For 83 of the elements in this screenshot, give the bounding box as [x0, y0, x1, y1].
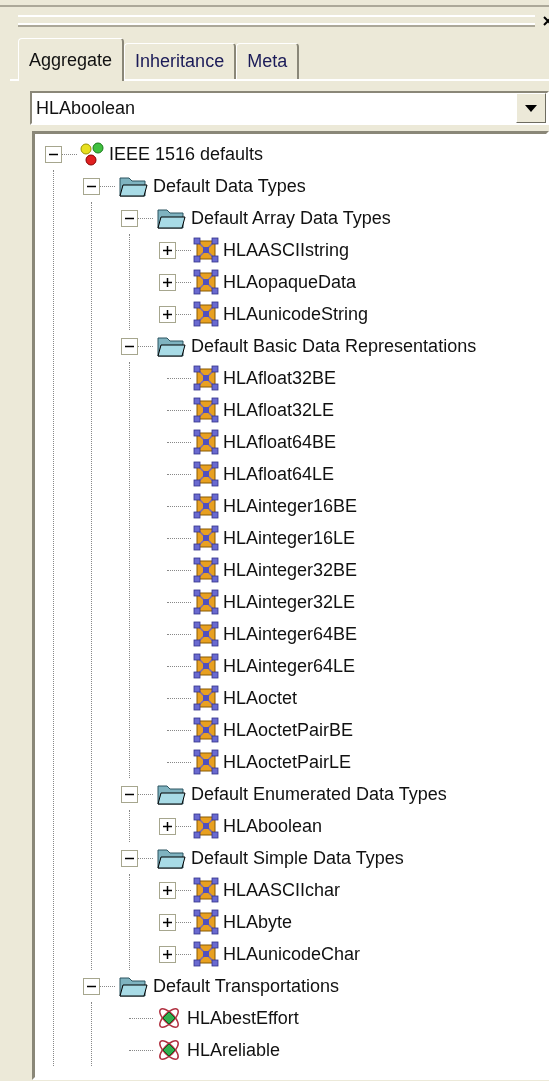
cube-icon: [193, 589, 219, 615]
plus-icon: [163, 277, 172, 287]
caret-icon: [525, 104, 537, 112]
type-dropdown[interactable]: HLAboolean: [30, 91, 549, 125]
tree-item[interactable]: HLAoctet: [223, 687, 298, 709]
tree-item[interactable]: IEEE 1516 defaults: [109, 143, 264, 165]
tab[interactable]: Inheritance: [124, 43, 237, 79]
plus-icon: [163, 885, 172, 895]
plus-icon: [163, 949, 172, 959]
plus-icon: [163, 309, 172, 319]
tree-item[interactable]: HLAfloat64BE: [223, 431, 337, 453]
cube-icon: [193, 877, 219, 903]
tree-item[interactable]: HLAfloat32BE: [223, 367, 337, 389]
expander-toggle[interactable]: [159, 273, 176, 291]
expander-toggle[interactable]: [83, 177, 100, 195]
tree-item[interactable]: HLAinteger64BE: [223, 623, 358, 645]
expander-toggle[interactable]: [159, 241, 176, 259]
tree-item[interactable]: HLAreliable: [187, 1039, 281, 1061]
cube-icon: [193, 909, 219, 935]
plus-icon: [163, 245, 172, 255]
expander-toggle[interactable]: [121, 337, 138, 355]
tree-item[interactable]: HLAinteger32LE: [223, 591, 356, 613]
tree-item[interactable]: HLAinteger32BE: [223, 559, 358, 581]
panel-gripper[interactable]: [18, 15, 535, 27]
expander-toggle[interactable]: [159, 945, 176, 963]
tree-item[interactable]: HLAunicodeChar: [223, 943, 361, 965]
folder-icon: [155, 334, 187, 358]
folder-icon: [155, 782, 187, 806]
expander-toggle[interactable]: [159, 913, 176, 931]
tree-item[interactable]: Default Simple Data Types: [191, 847, 404, 869]
tree-item[interactable]: HLAfloat64LE: [223, 463, 335, 485]
tab[interactable]: Aggregate: [18, 38, 125, 81]
expander-toggle[interactable]: [83, 977, 100, 995]
cube-icon: [193, 813, 219, 839]
expander-toggle[interactable]: [45, 145, 62, 163]
tree-item[interactable]: HLAoctetPairBE: [223, 719, 354, 741]
tree-item[interactable]: Default Data Types: [153, 175, 306, 197]
tree-item[interactable]: HLAboolean: [223, 815, 323, 837]
expander-toggle[interactable]: [159, 305, 176, 323]
tree-item[interactable]: Default Enumerated Data Types: [191, 783, 447, 805]
cube-icon: [193, 397, 219, 423]
tree-item[interactable]: HLAASCIIchar: [223, 879, 341, 901]
folder-icon: [155, 206, 187, 230]
plus-icon: [163, 917, 172, 927]
cube-icon: [193, 557, 219, 583]
tree-item[interactable]: HLAbyte: [223, 911, 293, 933]
tree-item[interactable]: Default Basic Data Representations: [191, 335, 477, 357]
tree-item[interactable]: Default Transportations: [153, 975, 340, 997]
folder-icon: [117, 974, 149, 998]
tree-item[interactable]: HLAoctetPairLE: [223, 751, 352, 773]
cube-icon: [193, 365, 219, 391]
cube-icon: [193, 941, 219, 967]
tree-item[interactable]: HLAinteger16LE: [223, 527, 356, 549]
tree-item[interactable]: HLAfloat32LE: [223, 399, 335, 421]
expander-toggle[interactable]: [159, 817, 176, 835]
expander-toggle[interactable]: [121, 209, 138, 227]
expander-toggle[interactable]: [121, 849, 138, 867]
cube-icon: [193, 621, 219, 647]
expander-toggle[interactable]: [121, 785, 138, 803]
cube-icon: [193, 429, 219, 455]
tree-item[interactable]: HLAopaqueData: [223, 271, 357, 293]
cube-icon: [193, 525, 219, 551]
tab[interactable]: Meta: [236, 43, 300, 79]
tree-item[interactable]: HLAbestEffort: [187, 1007, 299, 1029]
cube-icon: [193, 653, 219, 679]
molecule-icon: [79, 141, 105, 167]
folder-icon: [117, 174, 149, 198]
cube-icon: [193, 717, 219, 743]
folder-icon: [155, 846, 187, 870]
cube-icon: [193, 685, 219, 711]
cube-icon: [193, 493, 219, 519]
cube-icon: [193, 301, 219, 327]
tree-item[interactable]: HLAinteger64LE: [223, 655, 356, 677]
tree-item[interactable]: Default Array Data Types: [191, 207, 391, 229]
cube-icon: [193, 461, 219, 487]
tree-item[interactable]: HLAunicodeString: [223, 303, 369, 325]
cube-icon: [193, 237, 219, 263]
cube-icon: [193, 269, 219, 295]
expander-toggle[interactable]: [159, 881, 176, 899]
tree-item[interactable]: HLAinteger16BE: [223, 495, 358, 517]
cube-icon: [193, 749, 219, 775]
tree-item[interactable]: HLAASCIIstring: [223, 239, 350, 261]
plus-icon: [163, 821, 172, 831]
